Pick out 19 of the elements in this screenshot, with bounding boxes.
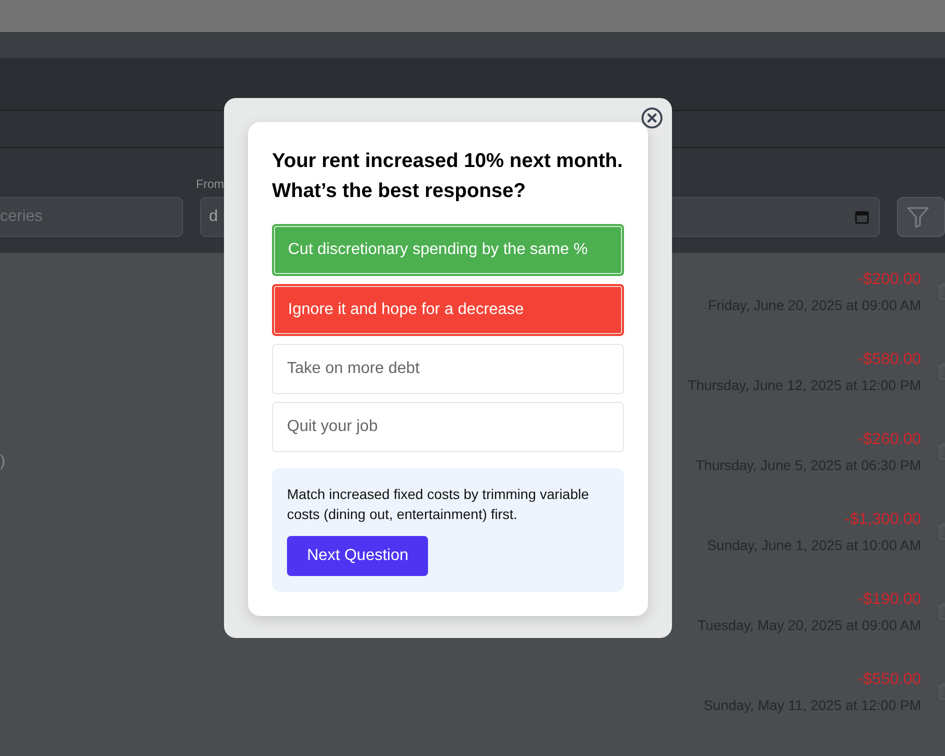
transaction-amount: -$1,300.00 (844, 511, 921, 529)
transaction-amount: -$580.00 (858, 351, 921, 369)
filter-button[interactable] (897, 197, 945, 237)
calendar-icon (855, 210, 870, 224)
transaction-text: ) (0, 453, 6, 471)
filter-icon (906, 205, 930, 229)
transaction-amount: -$260.00 (858, 431, 921, 449)
transaction-amount: -$190.00 (858, 591, 921, 609)
transaction-amount: -$550.00 (858, 671, 921, 689)
close-icon (641, 107, 663, 129)
explanation-text: Match increased fixed costs by trimming variable costs (dining out, entertainment) first. (287, 485, 590, 524)
close-button[interactable] (641, 107, 663, 129)
from-label: From (196, 177, 224, 191)
transaction-amount: -$200.00 (858, 271, 921, 289)
answer-option[interactable]: Ignore it and hope for a decrease (272, 284, 624, 336)
answer-option[interactable]: Take on more debt (272, 344, 624, 394)
answer-option[interactable]: Quit your job (272, 402, 624, 452)
next-question-button[interactable]: Next Question (287, 536, 428, 576)
question-text: Your rent increased 10% next month. What’s the best response? (272, 149, 624, 204)
